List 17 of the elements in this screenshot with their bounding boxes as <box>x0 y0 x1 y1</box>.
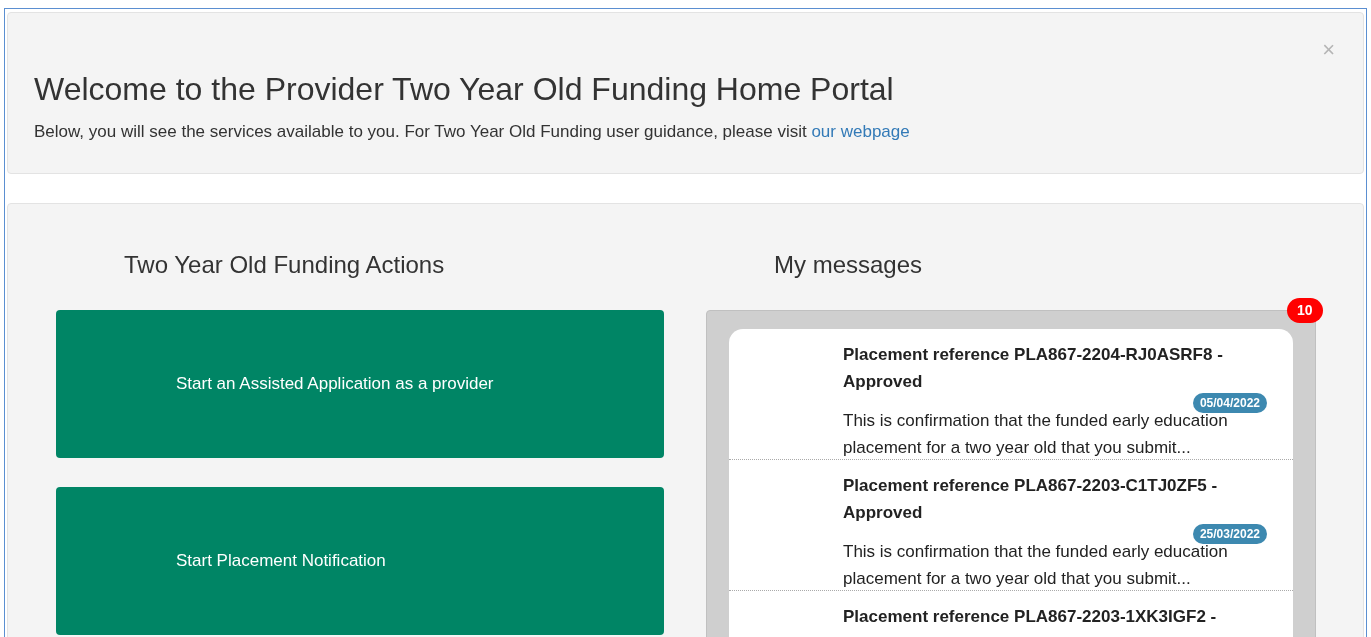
action-button[interactable]: Start an Assisted Application as a provider <box>56 310 664 458</box>
section-heading: Two Year Old Funding Actions <box>123 250 446 280</box>
message-item[interactable]: Placement reference PLA867-2203-1XK3IGF2 - <box>729 591 1293 637</box>
action-button[interactable]: Start Placement Notification <box>56 487 664 635</box>
message-item[interactable]: Placement reference PLA867-2204-RJ0ASRF8 - Approved 05/04/2022 This is confirmation that the funded early education placement for a two year old that you submit... <box>729 329 1293 460</box>
webpage-link[interactable]: our webpage <box>811 122 910 141</box>
message-title: Placement reference PLA867-2204-RJ0ASRF8 - Approved <box>843 344 1224 393</box>
message-title: Placement reference PLA867-2203-C1TJ0ZF5 - Approved <box>843 475 1219 524</box>
message-item[interactable]: Placement reference PLA867-2203-C1TJ0ZF5 - Approved 25/03/2022 This is confirmation that the funded early education placement for a two year old that you submit... <box>729 460 1293 591</box>
date-badge: 05/04/2022 <box>1192 393 1267 413</box>
message-preview: This is confirmation that the funded early education placement for a two year old that you submit... <box>843 541 1229 590</box>
page-title: Welcome to the Provider Two Year Old Funding Home Portal <box>34 70 895 109</box>
date-badge: 25/03/2022 <box>1192 524 1267 544</box>
message-preview: This is confirmation that the funded early education placement for a two year old that you submit... <box>843 410 1229 459</box>
intro-text: Below, you will see the services available to you. For Two Year Old Funding user guidance, please visit <box>34 122 807 141</box>
message-title: Placement reference PLA867-2203-1XK3IGF2 - <box>843 606 1218 628</box>
message-count-badge: 10 <box>1287 298 1323 323</box>
